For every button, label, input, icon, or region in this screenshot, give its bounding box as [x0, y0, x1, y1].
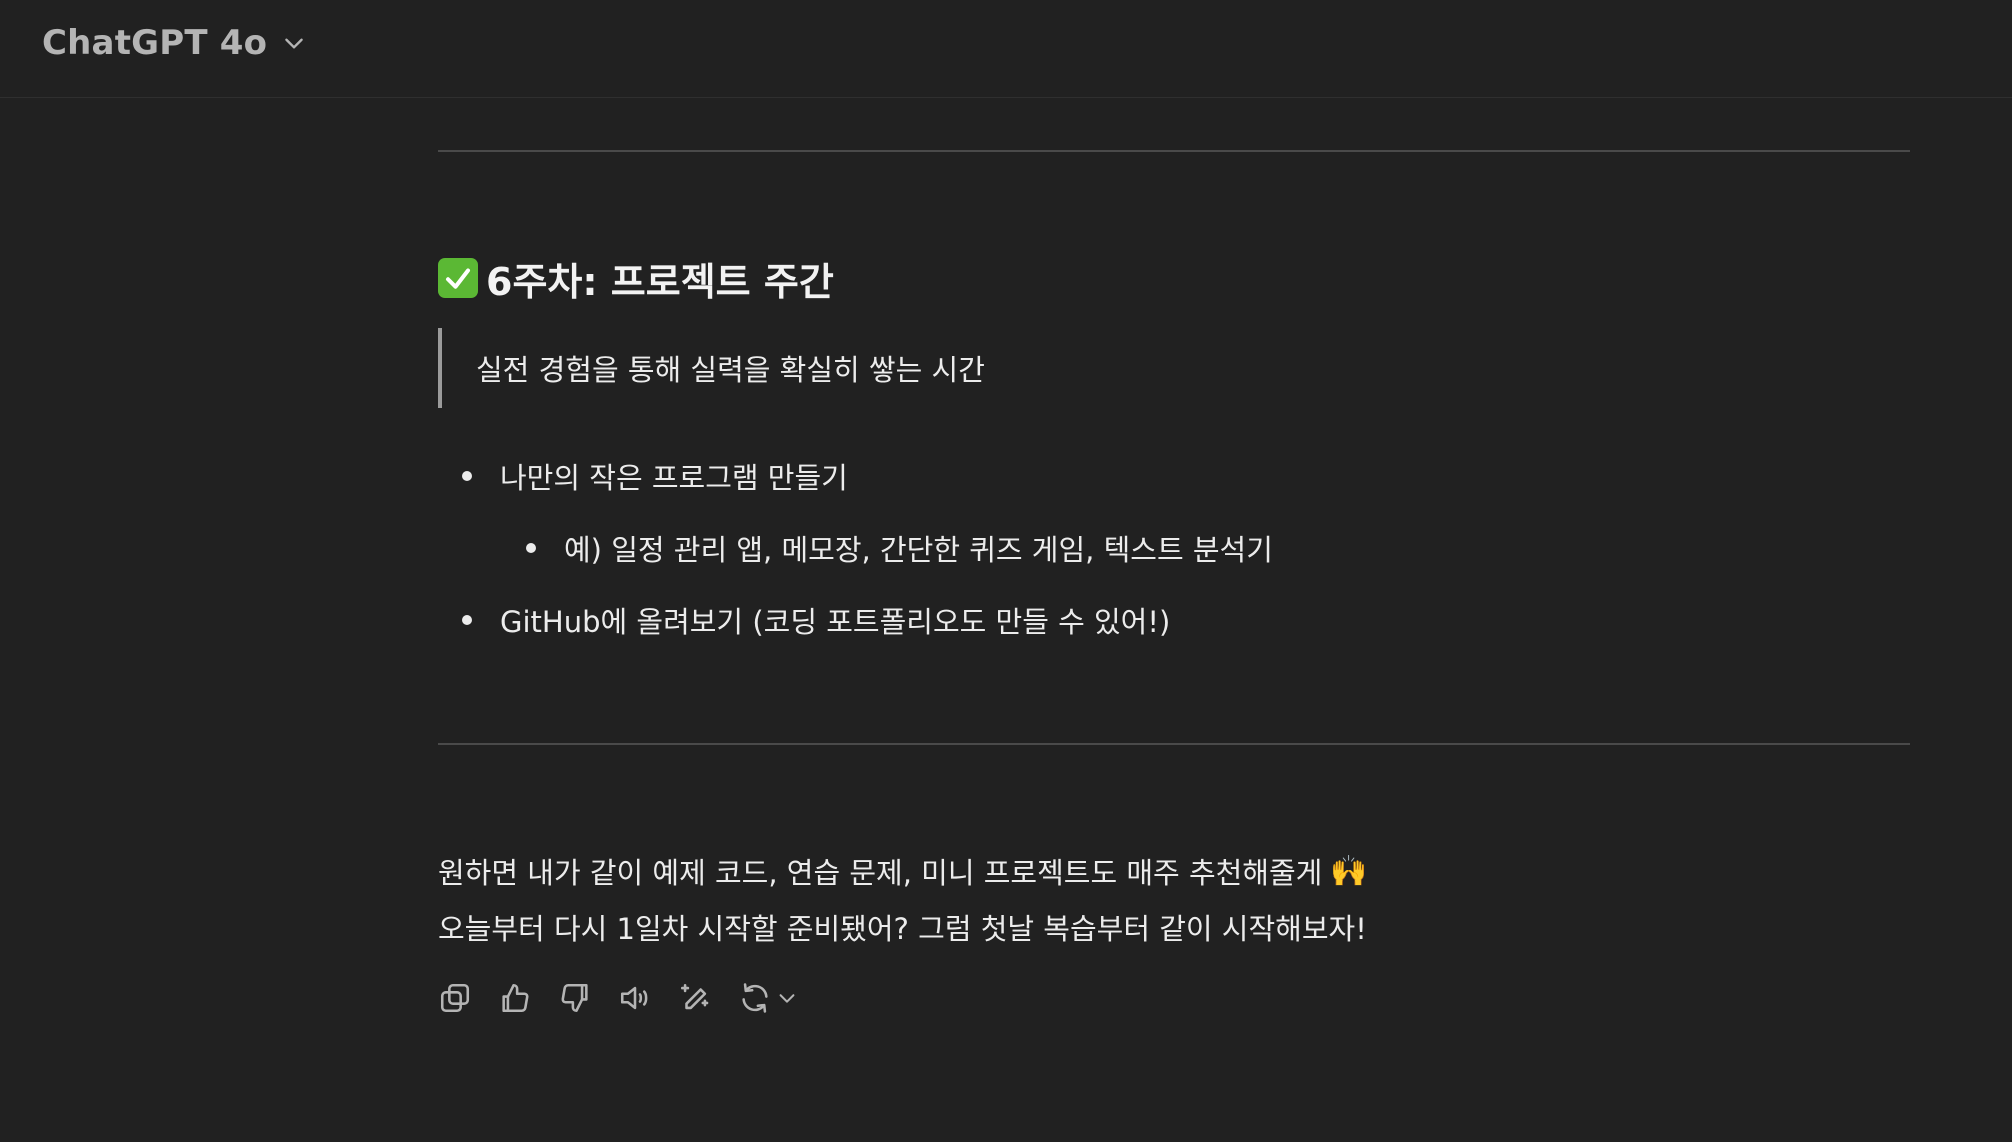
- bullet-dot: [526, 543, 536, 553]
- read-aloud-button[interactable]: [618, 975, 678, 1021]
- model-name: ChatGPT 4o: [42, 23, 268, 63]
- divider-bottom: [438, 743, 1910, 745]
- model-switcher[interactable]: ChatGPT 4o: [42, 20, 307, 66]
- list-item: GitHub에 올려보기 (코딩 포트폴리오도 만들 수 있어!): [462, 598, 1170, 642]
- closing-text-1: 원하면 내가 같이 예제 코드, 연습 문제, 미니 프로젝트도 매주 추천해줄…: [438, 856, 1323, 890]
- copy-button[interactable]: [438, 975, 498, 1021]
- chevron-down-icon: [779, 994, 795, 1003]
- edit-sparkle-icon: [680, 983, 709, 1010]
- message-actions: [438, 975, 798, 1021]
- regenerate-button[interactable]: [738, 981, 798, 1015]
- top-bar: ChatGPT 4o: [0, 0, 2012, 98]
- edit-sparkle-button[interactable]: [678, 975, 738, 1021]
- closing-line: 원하면 내가 같이 예제 코드, 연습 문제, 미니 프로젝트도 매주 추천해줄…: [438, 849, 1368, 893]
- blockquote: 실전 경험을 통해 실력을 확실히 쌓는 시간: [438, 328, 1338, 408]
- list-item-text: GitHub에 올려보기 (코딩 포트폴리오도 만들 수 있어!): [500, 605, 1171, 639]
- bullet-dot: [462, 615, 472, 625]
- list-item: 나만의 작은 프로그램 만들기: [462, 454, 848, 498]
- chevron-down-icon: [285, 38, 304, 49]
- blockquote-text: 실전 경험을 통해 실력을 확실히 쌓는 시간: [476, 353, 985, 387]
- list-item-nested: 예) 일정 관리 앱, 메모장, 간단한 퀴즈 게임, 텍스트 분석기: [526, 526, 1273, 570]
- section-heading: 6주차: 프로젝트 주간: [438, 253, 834, 304]
- closing-text-2: 오늘부터 다시 1일차 시작할 준비됐어? 그럼 첫날 복습부터 같이 시작해보…: [438, 912, 1367, 946]
- raising-hands-emoji: 🙌: [1330, 853, 1368, 889]
- thumbs-down-icon: [561, 983, 588, 1013]
- read-aloud-icon: [620, 986, 648, 1010]
- list-item-text: 나만의 작은 프로그램 만들기: [500, 461, 848, 495]
- list-item-text: 예) 일정 관리 앱, 메모장, 간단한 퀴즈 게임, 텍스트 분석기: [564, 533, 1273, 567]
- divider-top: [438, 150, 1910, 152]
- check-mark-icon: [438, 258, 478, 298]
- copy-icon: [440, 983, 470, 1013]
- regenerate-icon: [742, 983, 768, 1013]
- bullet-dot: [462, 471, 472, 481]
- thumbs-up-button[interactable]: [498, 975, 558, 1021]
- thumbs-down-button[interactable]: [558, 975, 618, 1021]
- thumbs-up-icon: [502, 983, 529, 1013]
- section-heading-text: 6주차: 프로젝트 주간: [486, 259, 834, 304]
- closing-line: 오늘부터 다시 1일차 시작할 준비됐어? 그럼 첫날 복습부터 같이 시작해보…: [438, 905, 1367, 949]
